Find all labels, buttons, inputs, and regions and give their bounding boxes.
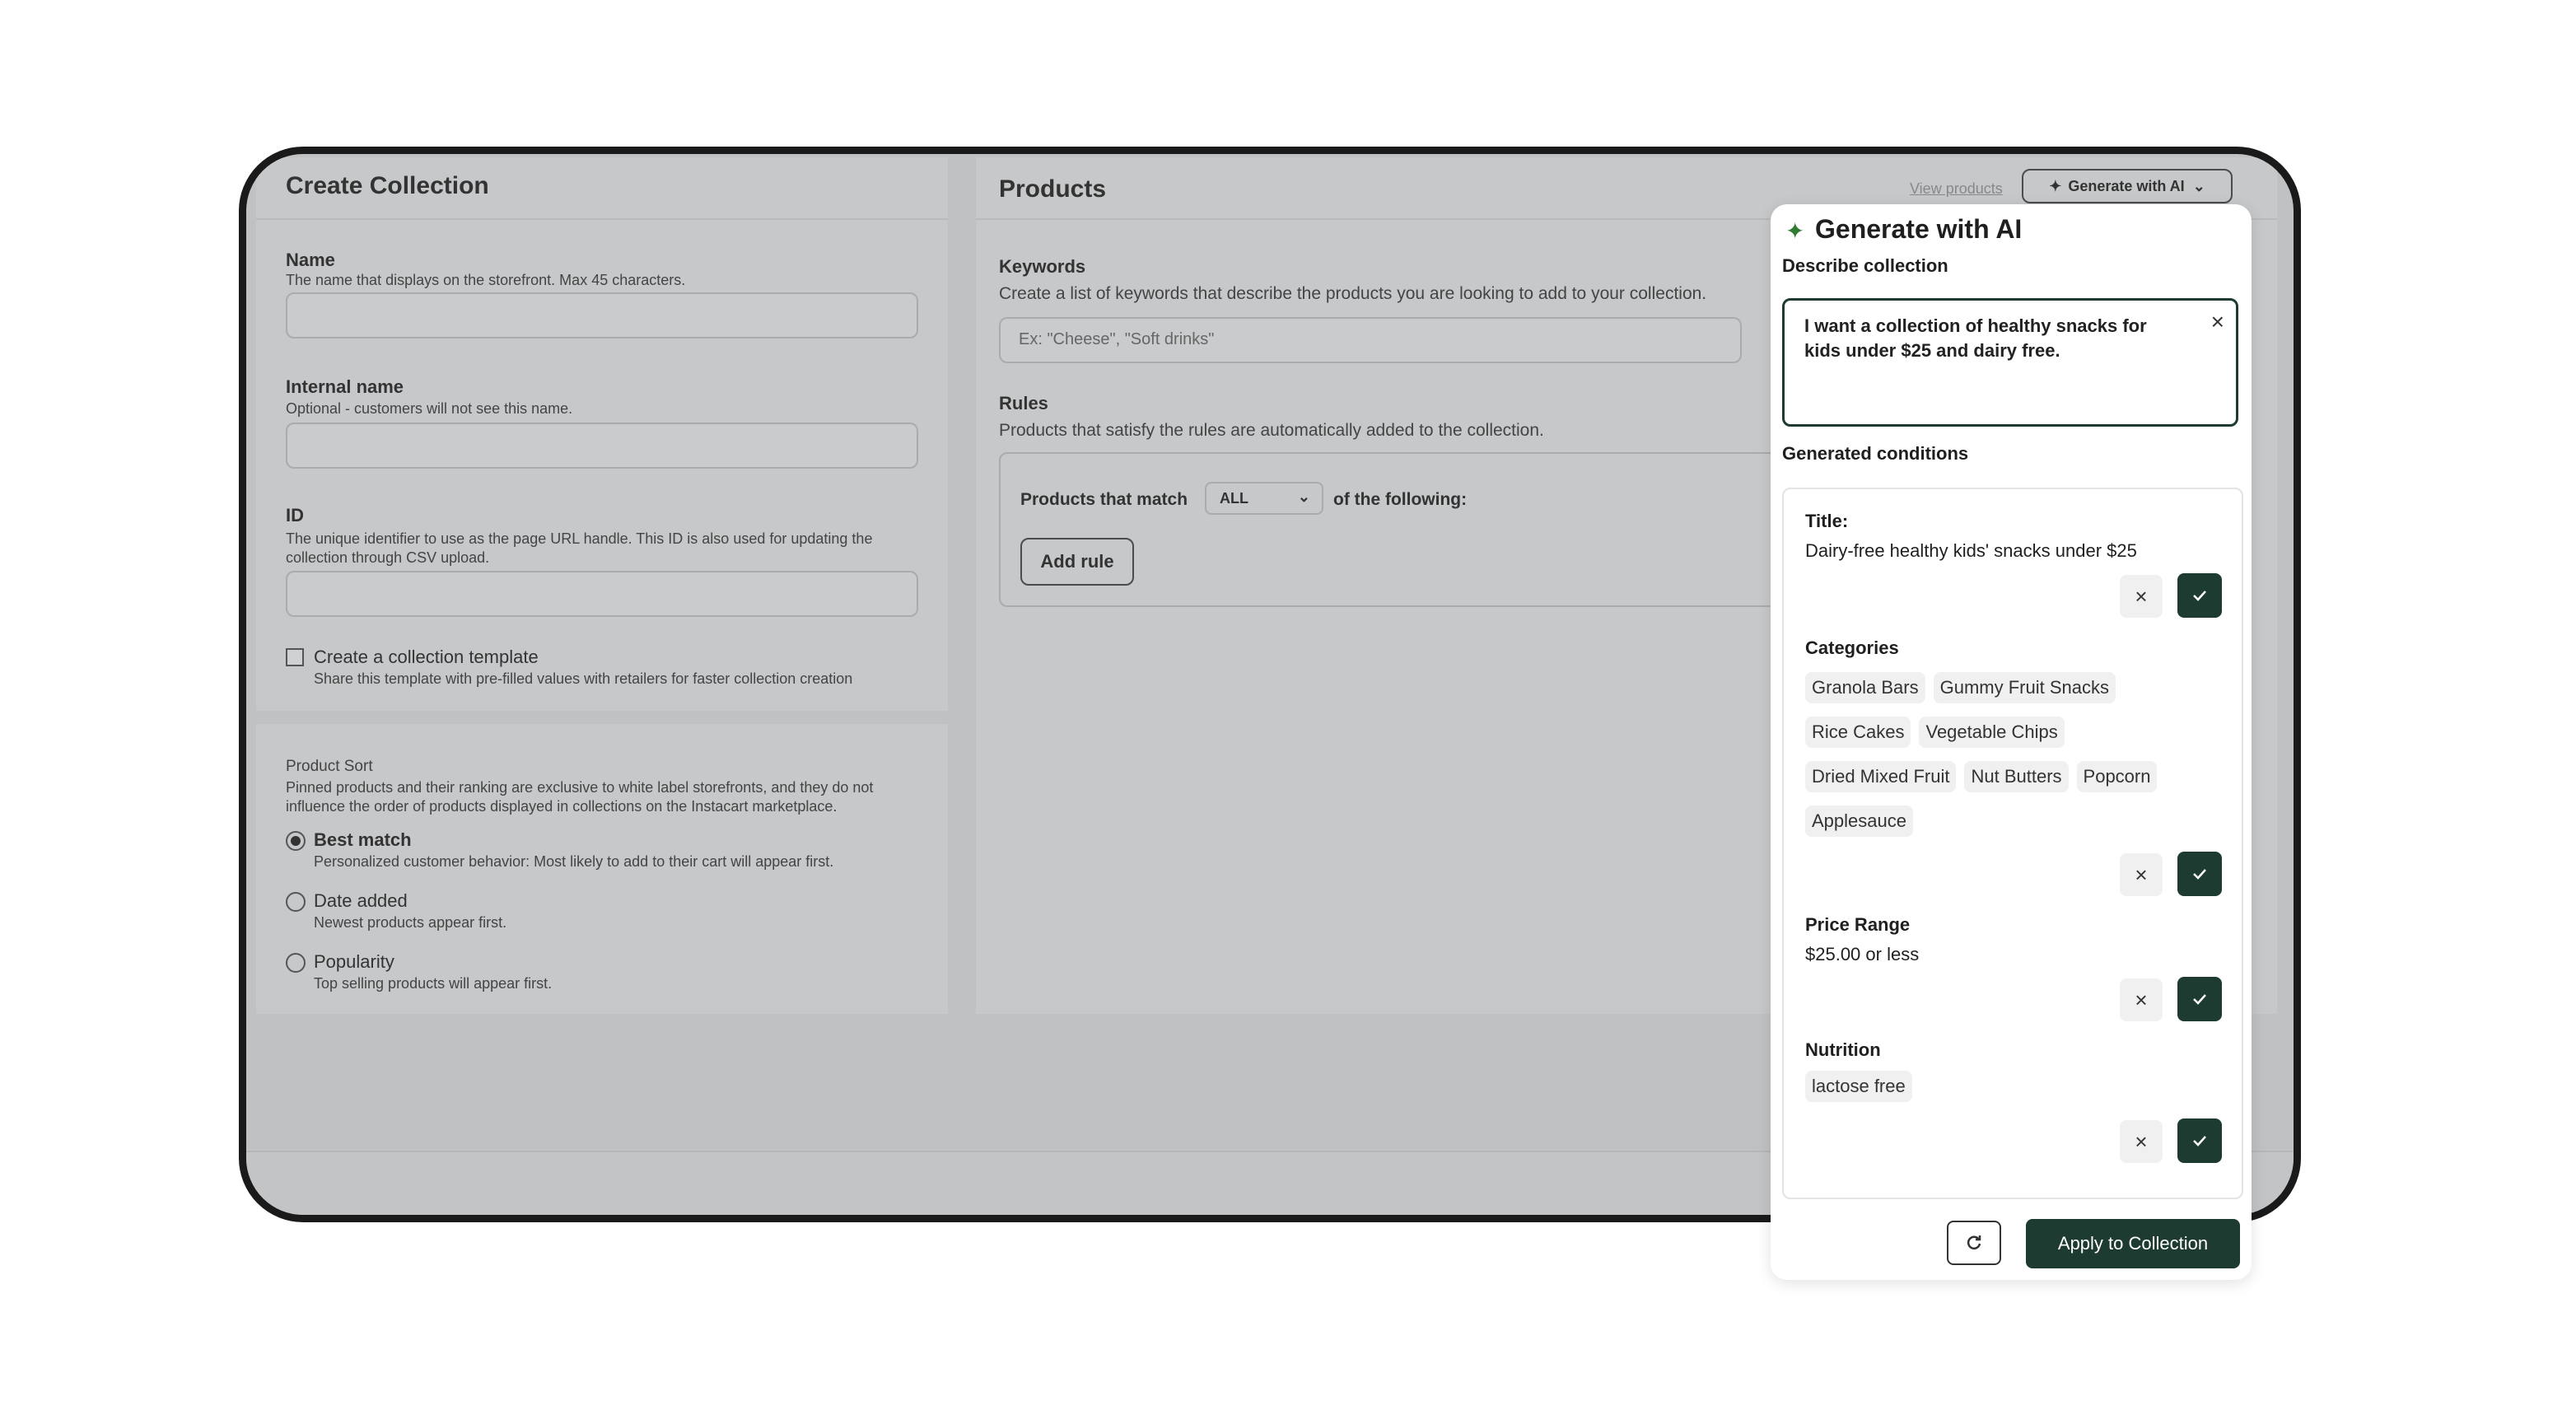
best-match-radio[interactable] [286, 831, 306, 851]
id-input[interactable] [286, 571, 918, 617]
generated-conditions-label: Generated conditions [1782, 443, 1969, 464]
category-tag: Nut Butters [1964, 761, 2069, 792]
rules-label: Rules [999, 393, 1048, 413]
product-sort-hint: Pinned products and their ranking are ex… [286, 779, 874, 815]
generate-ai-panel: ✦ Generate with AI Describe collection I… [1771, 204, 2252, 1280]
best-match-desc: Personalized customer behavior: Most lik… [314, 853, 834, 870]
generate-ai-button[interactable]: ✦ Generate with AI ⌄ [2022, 169, 2233, 203]
match-select[interactable]: ALL ⌄ [1205, 482, 1323, 515]
best-match-label: Best match [314, 829, 412, 850]
categories-label: Categories [1805, 637, 1899, 658]
accept-categories-button[interactable] [2177, 852, 2222, 896]
category-tag: Popcorn [2076, 761, 2158, 792]
nutrition-tags: lactose free [1805, 1071, 1920, 1102]
add-rule-button[interactable]: Add rule [1020, 538, 1134, 586]
nutrition-tag: lactose free [1805, 1071, 1912, 1102]
title-condition-value: Dairy-free healthy kids' snacks under $2… [1805, 540, 2137, 561]
title-condition-label: Title: [1805, 511, 1849, 531]
reject-categories-button[interactable]: × [2120, 853, 2163, 896]
sparkle-icon: ✦ [2049, 177, 2062, 194]
reject-price-button[interactable]: × [2120, 978, 2163, 1021]
accept-title-button[interactable] [2177, 573, 2222, 618]
name-hint: The name that displays on the storefront… [286, 272, 686, 288]
rules-box: Products that match ALL ⌄ of the followi… [999, 452, 1839, 607]
template-label: Create a collection template [314, 647, 539, 667]
price-range-label: Price Range [1805, 914, 1911, 935]
popularity-desc: Top selling products will appear first. [314, 975, 553, 992]
category-tag: Granola Bars [1805, 672, 1925, 703]
products-title: Products [999, 175, 1107, 203]
sparkle-icon: ✦ [1785, 218, 1805, 244]
close-icon: × [2135, 1128, 2148, 1154]
match-select-value: ALL [1220, 490, 1248, 507]
close-icon: × [2135, 987, 2148, 1012]
template-checkbox[interactable] [286, 648, 304, 666]
price-range-value: $25.00 or less [1805, 944, 1920, 964]
category-tag: Vegetable Chips [1919, 717, 2065, 748]
reject-nutrition-button[interactable]: × [2120, 1120, 2163, 1163]
category-tag: Rice Cakes [1805, 717, 1911, 748]
popularity-radio[interactable] [286, 953, 306, 973]
match-suffix: of the following: [1333, 490, 1468, 509]
match-prefix: Products that match [1020, 490, 1188, 509]
accept-nutrition-button[interactable] [2177, 1118, 2222, 1163]
keywords-input[interactable]: Ex: "Cheese", "Soft drinks" [999, 317, 1742, 363]
id-label: ID [286, 505, 304, 525]
categories-tags: Granola Bars Gummy Fruit Snacks Rice Cake… [1805, 672, 2217, 837]
category-tag: Gummy Fruit Snacks [1933, 672, 2116, 703]
category-tag: Applesauce [1805, 806, 1913, 837]
accept-price-button[interactable] [2177, 977, 2222, 1021]
clear-icon[interactable]: × [2211, 309, 2224, 335]
internal-name-hint: Optional - customers will not see this n… [286, 400, 573, 417]
check-icon [2193, 1136, 2206, 1146]
page-title: Create Collection [286, 172, 489, 199]
product-sort-panel: Product Sort Pinned products and their r… [256, 724, 948, 1014]
nutrition-label: Nutrition [1805, 1039, 1881, 1060]
internal-name-label: Internal name [286, 376, 404, 397]
product-sort-label: Product Sort [286, 758, 373, 775]
describe-text: I want a collection of healthy snacks fo… [1804, 315, 2147, 361]
name-input[interactable] [286, 292, 918, 339]
chevron-down-icon: ⌄ [2192, 177, 2205, 194]
check-icon [2193, 994, 2206, 1005]
ai-panel-title: Generate with AI [1815, 214, 2023, 244]
date-added-label: Date added [314, 890, 408, 911]
check-icon [2193, 591, 2206, 601]
keywords-label: Keywords [999, 256, 1086, 277]
chevron-down-icon: ⌄ [1297, 488, 1310, 505]
refresh-icon [1967, 1235, 1981, 1249]
template-hint: Share this template with pre-filled valu… [314, 670, 853, 687]
view-products-link[interactable]: View products [1910, 180, 2003, 198]
apply-to-collection-button[interactable]: Apply to Collection [2026, 1219, 2240, 1268]
id-hint: The unique identifier to use as the page… [286, 530, 873, 566]
check-icon [2193, 869, 2206, 880]
close-icon: × [2135, 583, 2148, 609]
rules-hint: Products that satisfy the rules are auto… [999, 421, 1544, 440]
describe-label: Describe collection [1782, 255, 1948, 276]
date-added-desc: Newest products appear first. [314, 914, 507, 931]
category-tag: Dried Mixed Fruit [1805, 761, 1957, 792]
date-added-radio[interactable] [286, 892, 306, 912]
popularity-label: Popularity [314, 951, 394, 972]
regenerate-button[interactable] [1947, 1221, 2001, 1265]
name-label: Name [286, 250, 335, 270]
keywords-placeholder: Ex: "Cheese", "Soft drinks" [1019, 330, 1215, 348]
generate-ai-button-label: Generate with AI [2068, 177, 2185, 194]
internal-name-input[interactable] [286, 423, 918, 469]
close-icon: × [2135, 862, 2148, 887]
conditions-box: Title: Dairy-free healthy kids' snacks u… [1782, 488, 2243, 1199]
create-collection-panel: Create Collection Name The name that dis… [256, 157, 948, 711]
keywords-hint: Create a list of keywords that describe … [999, 284, 1707, 303]
reject-title-button[interactable]: × [2120, 575, 2163, 618]
describe-textarea[interactable]: I want a collection of healthy snacks fo… [1782, 298, 2238, 427]
